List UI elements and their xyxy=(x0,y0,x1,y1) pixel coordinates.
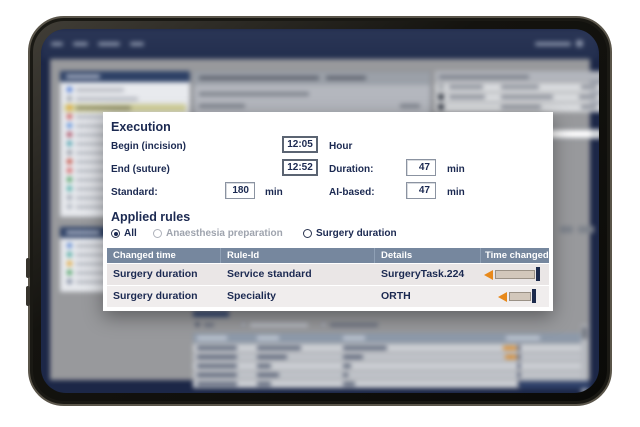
time-shift-bar xyxy=(495,270,535,279)
filter-anaesthesia-radio[interactable]: Anaesthesia preparation xyxy=(153,228,283,239)
begin-time-input[interactable] xyxy=(282,136,318,153)
end-time-input[interactable] xyxy=(282,159,318,176)
menu-item-blurred xyxy=(73,42,88,46)
applied-rules-background-row xyxy=(193,344,588,352)
menu-bar xyxy=(41,29,599,59)
standard-input[interactable] xyxy=(225,182,255,199)
cell-rule-id: Speciality xyxy=(227,290,277,302)
schedule-row xyxy=(435,83,599,92)
small-control-blurred xyxy=(578,226,594,233)
sidebar-icon xyxy=(67,252,72,257)
ai-based-input[interactable] xyxy=(406,182,436,199)
schedule-panel-header xyxy=(435,71,599,82)
page: Execution Begin (incision) Hour End (sut… xyxy=(0,0,640,427)
sidebar-icon xyxy=(67,204,72,209)
clock-icon xyxy=(438,84,444,90)
schedule-row xyxy=(435,103,599,112)
duration-label: Duration: xyxy=(329,164,374,175)
sidebar-item xyxy=(64,95,186,103)
column-header-rule-id[interactable]: Rule-Id xyxy=(221,248,375,263)
cell-time-changed xyxy=(481,286,549,307)
standard-unit-label: min xyxy=(265,187,283,198)
begin-incision-label: Begin (incision) xyxy=(111,141,186,152)
sidebar-icon xyxy=(67,168,72,173)
patient-header-bar xyxy=(194,72,430,85)
menu-status-blurred xyxy=(535,42,571,46)
left-arrow-icon xyxy=(484,270,493,280)
sidebar-item xyxy=(64,86,186,94)
radio-unchecked-icon xyxy=(153,229,162,238)
duration-unit-label: min xyxy=(447,164,465,175)
menu-item-blurred xyxy=(98,42,120,46)
time-shift-indicator xyxy=(481,264,549,285)
time-shift-bar xyxy=(509,292,531,301)
applied-rules-background-row xyxy=(193,371,588,379)
cell-changed-time: Surgery duration xyxy=(113,268,198,280)
applied-rules-table: Changed time Rule-Id Details Time change… xyxy=(107,248,549,307)
hour-unit-label: Hour xyxy=(329,141,353,152)
radio-unchecked-icon xyxy=(303,229,312,238)
menu-item-blurred xyxy=(130,42,144,46)
execution-title: Execution xyxy=(111,120,171,134)
schedule-row xyxy=(435,93,599,102)
search-button xyxy=(591,131,599,137)
status-icon xyxy=(438,94,444,100)
cell-details: ORTH xyxy=(381,290,411,302)
standard-label: Standard: xyxy=(111,187,158,198)
sidebar-icon xyxy=(67,195,72,200)
sidebar-icon xyxy=(67,186,72,191)
radio-checked-icon xyxy=(111,229,120,238)
volume-up-button xyxy=(26,258,30,278)
menu-icon-blurred xyxy=(576,40,583,47)
ai-unit-label: min xyxy=(447,187,465,198)
bottom-accent-bar xyxy=(520,381,590,389)
duration-input[interactable] xyxy=(406,159,436,176)
cell-details: SurgeryTask.224 xyxy=(381,268,465,280)
left-arrow-icon xyxy=(498,292,507,302)
sidebar-icon xyxy=(67,270,72,275)
sidebar-icon xyxy=(67,150,72,155)
column-header-time-changed[interactable]: Time changed xyxy=(481,248,549,263)
applied-rules-background-title xyxy=(193,311,229,317)
filter-all-radio[interactable]: All xyxy=(111,228,137,239)
sidebar-icon xyxy=(67,243,72,248)
workflow-panel-header xyxy=(60,71,190,82)
table-header-row: Changed time Rule-Id Details Time change… xyxy=(107,248,549,263)
origin-marker-icon xyxy=(536,267,540,281)
applied-rules-title: Applied rules xyxy=(111,210,191,224)
column-header-details[interactable]: Details xyxy=(375,248,481,263)
sidebar-icon xyxy=(67,105,72,110)
sidebar-icon xyxy=(67,123,72,128)
sidebar-icon xyxy=(67,141,72,146)
sidebar-icon xyxy=(67,87,72,92)
sidebar-icon xyxy=(67,261,72,266)
small-control-blurred xyxy=(560,226,573,233)
menu-item-blurred xyxy=(51,42,63,46)
cell-time-changed xyxy=(481,264,549,285)
sidebar-icon xyxy=(67,159,72,164)
cell-changed-time: Surgery duration xyxy=(113,290,198,302)
execution-dialog: Execution Begin (incision) Hour End (sut… xyxy=(103,112,553,311)
applied-rules-background-filters xyxy=(193,321,588,329)
table-row[interactable]: Surgery duration Speciality ORTH xyxy=(107,286,549,307)
filter-surgery-duration-radio[interactable]: Surgery duration xyxy=(303,228,397,239)
sidebar-icon xyxy=(67,132,72,137)
volume-down-button xyxy=(26,286,30,306)
column-header-changed-time[interactable]: Changed time xyxy=(107,248,221,263)
sidebar-icon xyxy=(67,279,72,284)
applied-rules-background-header xyxy=(193,333,588,343)
origin-marker-icon xyxy=(532,289,536,303)
ai-based-label: AI-based: xyxy=(329,187,375,198)
sidebar-icon xyxy=(67,177,72,182)
time-shift-indicator xyxy=(481,286,549,307)
applied-rules-background-row xyxy=(193,353,588,361)
table-row[interactable]: Surgery duration Service standard Surger… xyxy=(107,264,549,285)
sidebar-icon xyxy=(67,114,72,119)
sidebar-item-selected xyxy=(64,104,186,112)
status-icon xyxy=(438,104,444,110)
sidebar-icon xyxy=(67,96,72,101)
applied-rules-background-row xyxy=(193,362,588,370)
cell-rule-id: Service standard xyxy=(227,268,312,280)
end-suture-label: End (suture) xyxy=(111,164,170,175)
